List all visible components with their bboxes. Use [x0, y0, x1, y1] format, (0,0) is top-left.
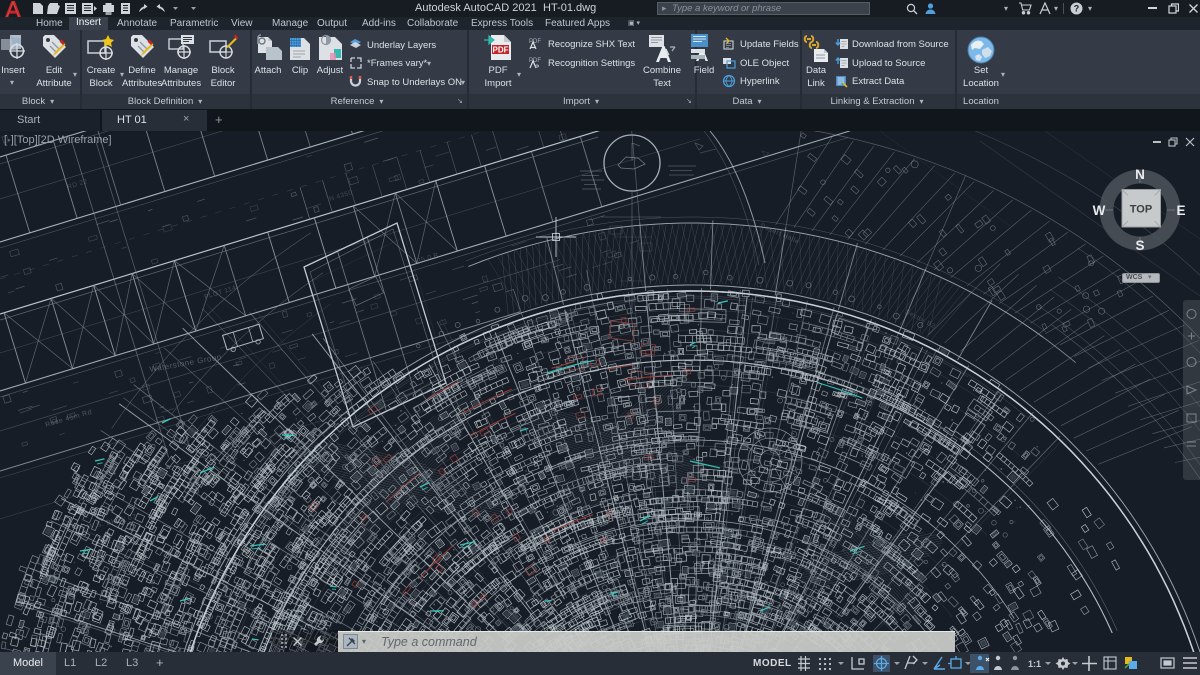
svg-text:E: E: [1176, 203, 1185, 218]
svg-text:N: N: [1135, 167, 1145, 182]
svg-text:PDF: PDF: [529, 58, 541, 64]
svg-text:S: S: [1135, 238, 1144, 253]
svg-text:W: W: [1093, 203, 1106, 218]
svg-text:TOP: TOP: [1130, 204, 1152, 216]
svg-text:PDF: PDF: [493, 46, 509, 55]
svg-text:1:1: 1:1: [1028, 659, 1041, 669]
svg-text:PDF: PDF: [529, 39, 541, 45]
svg-text:?: ?: [1074, 4, 1080, 14]
